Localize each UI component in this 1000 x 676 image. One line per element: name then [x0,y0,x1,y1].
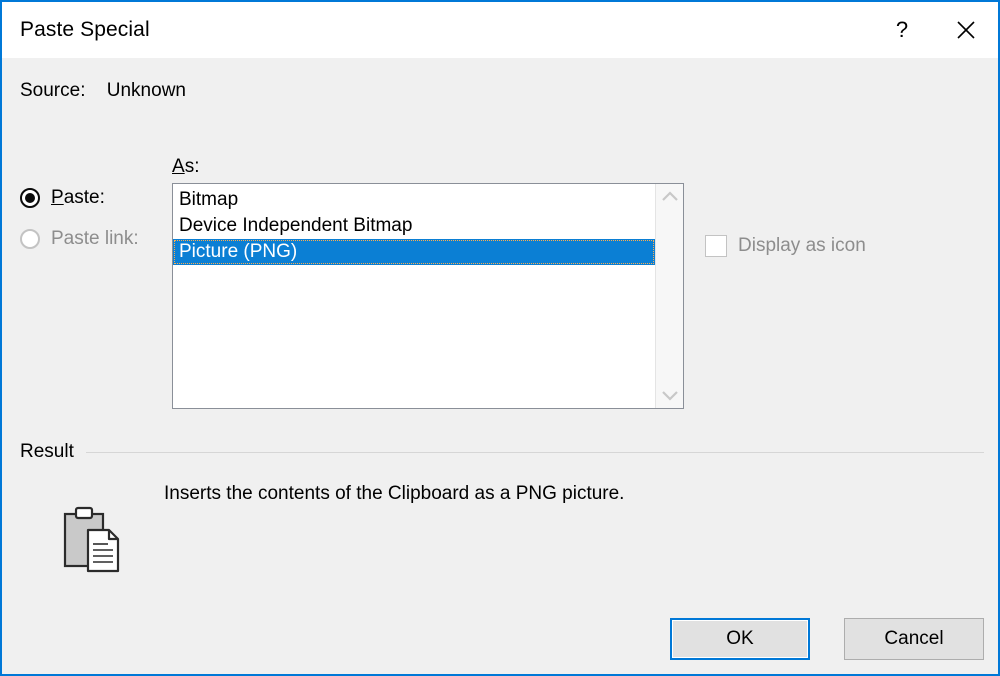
chevron-down-icon[interactable] [660,388,680,402]
as-label: As: [172,156,199,178]
dialog-body: Source: Unknown Paste: Paste link: As: B… [2,58,998,674]
radio-label-paste-link: Paste link: [51,228,139,249]
result-body: Inserts the contents of the Clipboard as… [20,483,984,573]
help-button[interactable]: ? [870,2,934,58]
display-as-icon-label: Display as icon [738,235,866,256]
title-bar: Paste Special ? [2,2,998,58]
question-mark-icon: ? [896,17,908,42]
result-group: Result Inserts the contents of the Clipb… [20,441,984,573]
result-title: Result [20,441,74,462]
format-list-items: Bitmap Device Independent Bitmap Picture… [173,184,655,408]
close-icon [957,21,975,39]
source-value: Unknown [106,80,186,101]
radio-label-paste: Paste: [51,187,105,209]
as-label-accel: A [172,156,185,177]
listbox-scrollbar[interactable] [655,184,683,408]
radio-text-paste: aste: [63,187,105,208]
title-bar-buttons: ? [870,2,998,58]
source-row: Source: Unknown [20,80,186,102]
radio-option-paste[interactable]: Paste: [20,182,170,214]
close-button[interactable] [934,2,998,58]
dialog-footer: OK Cancel [670,618,984,660]
radio-accel-paste: P [51,187,64,208]
ok-button[interactable]: OK [670,618,810,660]
radio-icon-paste [20,188,40,208]
list-item[interactable]: Picture (PNG) [173,239,655,265]
result-separator [85,451,984,453]
chevron-up-icon[interactable] [660,190,680,204]
list-item[interactable]: Bitmap [173,187,655,213]
paste-mode-radio-group: Paste: Paste link: [20,182,170,264]
result-description: Inserts the contents of the Clipboard as… [164,483,625,504]
window-title: Paste Special [20,18,150,41]
source-label: Source: [20,80,86,101]
display-as-icon-checkbox: Display as icon [705,235,866,257]
radio-icon-paste-link [20,229,40,249]
list-item[interactable]: Device Independent Bitmap [173,213,655,239]
paste-special-dialog: Paste Special ? Source: Unknown Paste: P… [0,0,1000,676]
radio-option-paste-link: Paste link: [20,223,170,255]
as-label-rest: s: [184,156,200,177]
checkbox-icon [705,235,727,257]
clipboard-paste-icon [63,506,120,573]
svg-text:?: ? [896,17,908,42]
cancel-button[interactable]: Cancel [844,618,984,660]
result-header: Result [20,441,984,463]
format-listbox[interactable]: Bitmap Device Independent Bitmap Picture… [172,183,684,409]
